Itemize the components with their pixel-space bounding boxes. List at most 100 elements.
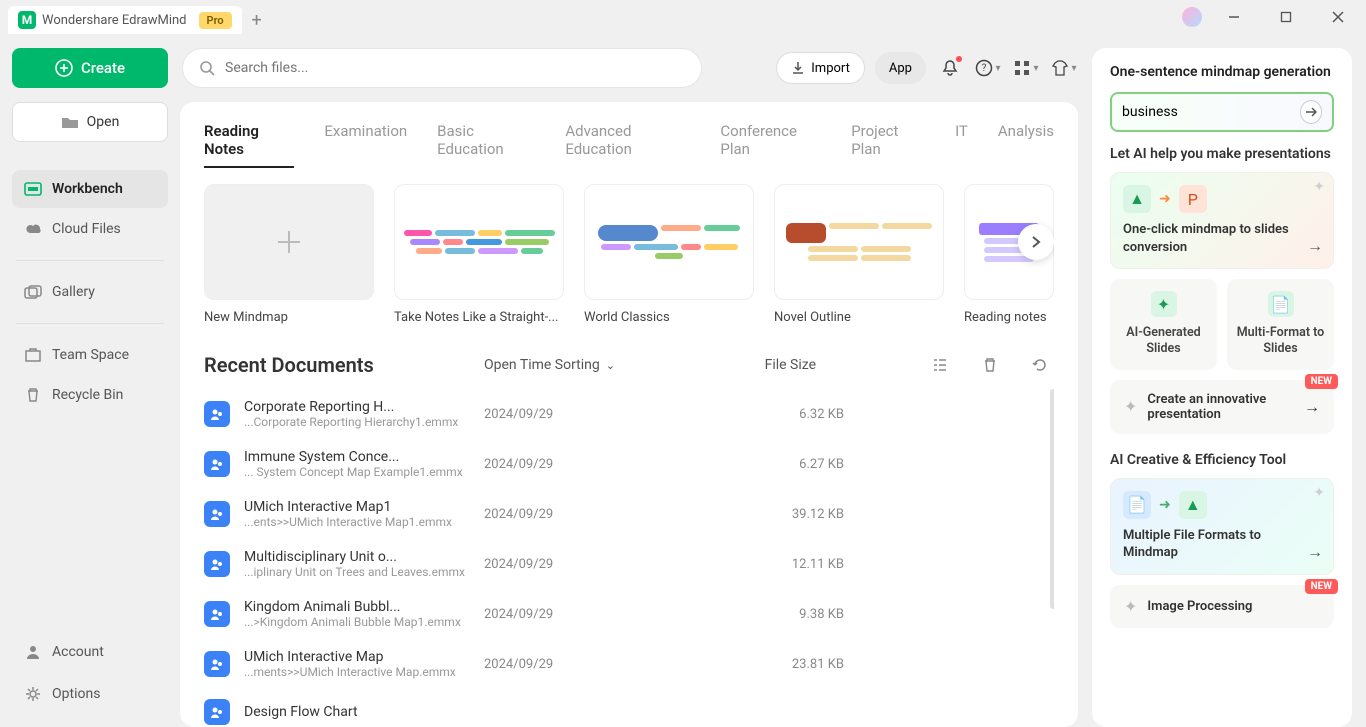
scrollbar[interactable] — [1050, 389, 1054, 609]
multifile-to-mindmap-card[interactable]: ✦ 📄 ➜ ▲ Multiple File Formats to Mindmap… — [1110, 478, 1334, 575]
help-icon: ? — [975, 59, 993, 77]
multiformat-icon: 📄 — [1268, 291, 1294, 317]
sort-label: Open Time Sorting — [484, 357, 600, 373]
powerpoint-icon: P — [1179, 185, 1207, 213]
chevron-right-icon — [1029, 235, 1043, 249]
recent-title: Recent Documents — [204, 353, 484, 377]
templates-next-button[interactable] — [1018, 224, 1054, 260]
delete-button[interactable] — [976, 351, 1004, 379]
ai-prompt-input[interactable] — [1122, 104, 1300, 120]
sidebar-item-options[interactable]: Options — [12, 675, 168, 713]
tab-basic-education[interactable]: Basic Education — [437, 122, 535, 168]
help-button[interactable]: ? ▾ — [974, 54, 1002, 82]
svg-text:?: ? — [982, 63, 987, 74]
document-row[interactable]: Corporate Reporting H......Corporate Rep… — [204, 389, 1054, 439]
sidebar-item-recycle[interactable]: Recycle Bin — [12, 376, 168, 414]
tab-it[interactable]: IT — [955, 122, 968, 168]
app-label: App — [889, 61, 912, 76]
innovative-presentation-card[interactable]: ✦ Create an innovative presentation → NE… — [1110, 380, 1334, 434]
document-row[interactable]: Immune System Conce...... System Concept… — [204, 439, 1054, 489]
new-badge: NEW — [1305, 579, 1338, 594]
theme-button[interactable]: ▾ — [1050, 54, 1078, 82]
tab-examination[interactable]: Examination — [324, 122, 407, 168]
close-button[interactable] — [1318, 3, 1358, 31]
template-card[interactable]: Novel Outline — [774, 184, 944, 325]
sparkle-icon: ✦ — [1124, 397, 1137, 416]
sidebar-item-account[interactable]: Account — [12, 633, 168, 671]
document-row[interactable]: Kingdom Animali Bubbl......>Kingdom Anim… — [204, 589, 1054, 639]
profile-avatar-icon[interactable] — [1182, 7, 1202, 27]
multiformat-slides-card[interactable]: 📄 Multi-Format to Slides — [1227, 279, 1334, 370]
template-title: New Mindmap — [204, 310, 374, 325]
tab-analysis[interactable]: Analysis — [998, 122, 1054, 168]
ai-prompt-box[interactable] — [1110, 92, 1334, 132]
doc-path: ... System Concept Map Example1.emmx — [244, 465, 484, 479]
ai-tool-title: AI Creative & Efficiency Tool — [1110, 452, 1334, 468]
template-card[interactable]: Take Notes Like a Straight-... — [394, 184, 564, 325]
doc-path: ...ments>>UMich Interactive Map.emmx — [244, 665, 484, 679]
arrow-right-icon — [1305, 107, 1317, 117]
search-box[interactable] — [182, 48, 702, 88]
tab-reading-notes[interactable]: Reading Notes — [204, 122, 294, 168]
search-input[interactable] — [225, 60, 685, 76]
document-row[interactable]: UMich Interactive Map1...ents>>UMich Int… — [204, 489, 1054, 539]
sort-dropdown[interactable]: Open Time Sorting ⌄ — [484, 357, 615, 373]
refresh-button[interactable] — [1026, 351, 1054, 379]
edrawmind-icon: ▲ — [1179, 491, 1207, 519]
import-icon — [791, 61, 805, 75]
minimize-button[interactable] — [1214, 3, 1254, 31]
arrow-icon: ➜ — [1159, 191, 1171, 207]
doc-path: ...>Kingdom Animali Bubble Map1.emmx — [244, 615, 484, 629]
recent-list: Corporate Reporting H......Corporate Rep… — [204, 389, 1054, 727]
ai-slides-icon: ✦ — [1151, 291, 1177, 317]
sidebar-item-cloud[interactable]: Cloud Files — [12, 210, 168, 248]
oneclick-conversion-card[interactable]: ✦ ▲ ➜ P One-click mindmap to slides conv… — [1110, 172, 1334, 269]
shared-doc-icon — [204, 551, 230, 577]
document-row[interactable]: Multidisciplinary Unit o......iplinary U… — [204, 539, 1054, 589]
list-view-button[interactable] — [926, 351, 954, 379]
import-label: Import — [811, 61, 850, 76]
doc-size: 9.38 KB — [744, 607, 844, 622]
right-panel: One-sentence mindmap generation Let AI h… — [1092, 48, 1352, 727]
cloud-icon — [24, 220, 42, 238]
main-panel: Reading Notes Examination Basic Educatio… — [180, 102, 1078, 727]
doc-size: 12.11 KB — [744, 557, 844, 572]
tab-advanced-education[interactable]: Advanced Education — [565, 122, 690, 168]
arrow-right-icon: → — [1304, 397, 1320, 417]
notifications-button[interactable] — [936, 54, 964, 82]
doc-name: Corporate Reporting H... — [244, 399, 484, 415]
open-button[interactable]: Open — [12, 102, 168, 142]
ai-gen-title: One-sentence mindmap generation — [1110, 64, 1334, 80]
document-row[interactable]: Design Flow Chart — [204, 689, 1054, 727]
create-button[interactable]: Create — [12, 48, 168, 88]
document-row[interactable]: UMich Interactive Map...ments>>UMich Int… — [204, 639, 1054, 689]
doc-date: 2024/09/29 — [484, 657, 744, 672]
doc-path: ...iplinary Unit on Trees and Leaves.emm… — [244, 565, 484, 579]
sidebar-item-team[interactable]: Team Space — [12, 336, 168, 374]
new-mindmap-card[interactable]: New Mindmap — [204, 184, 374, 325]
apps-grid-button[interactable]: ▾ — [1012, 54, 1040, 82]
ai-generate-button[interactable] — [1300, 100, 1322, 124]
sidebar-item-label: Cloud Files — [52, 221, 121, 237]
new-tab-button[interactable]: + — [242, 6, 272, 34]
import-button[interactable]: Import — [776, 52, 865, 84]
mindmap-preview-icon — [775, 215, 943, 269]
person-icon — [24, 643, 42, 661]
image-processing-card[interactable]: ✦ Image Processing NEW — [1110, 585, 1334, 628]
arrow-right-icon: → — [1307, 542, 1323, 562]
ai-slides-card[interactable]: ✦ AI-Generated Slides — [1110, 279, 1217, 370]
card-label: Multiple File Formats to Mindmap — [1123, 527, 1321, 562]
tab-project-plan[interactable]: Project Plan — [851, 122, 925, 168]
sidebar-item-label: Account — [52, 644, 104, 660]
template-title: World Classics — [584, 310, 754, 325]
sparkle-icon: ✦ — [1313, 485, 1325, 501]
sidebar-item-gallery[interactable]: Gallery — [12, 273, 168, 311]
app-button[interactable]: App — [875, 52, 926, 84]
doc-size: 23.81 KB — [744, 657, 844, 672]
sidebar-item-workbench[interactable]: Workbench — [12, 170, 168, 208]
app-tab[interactable]: M Wondershare EdrawMind Pro — [8, 6, 242, 34]
plus-circle-icon — [55, 59, 73, 77]
template-card[interactable]: World Classics — [584, 184, 754, 325]
maximize-button[interactable] — [1266, 3, 1306, 31]
tab-conference-plan[interactable]: Conference Plan — [720, 122, 821, 168]
